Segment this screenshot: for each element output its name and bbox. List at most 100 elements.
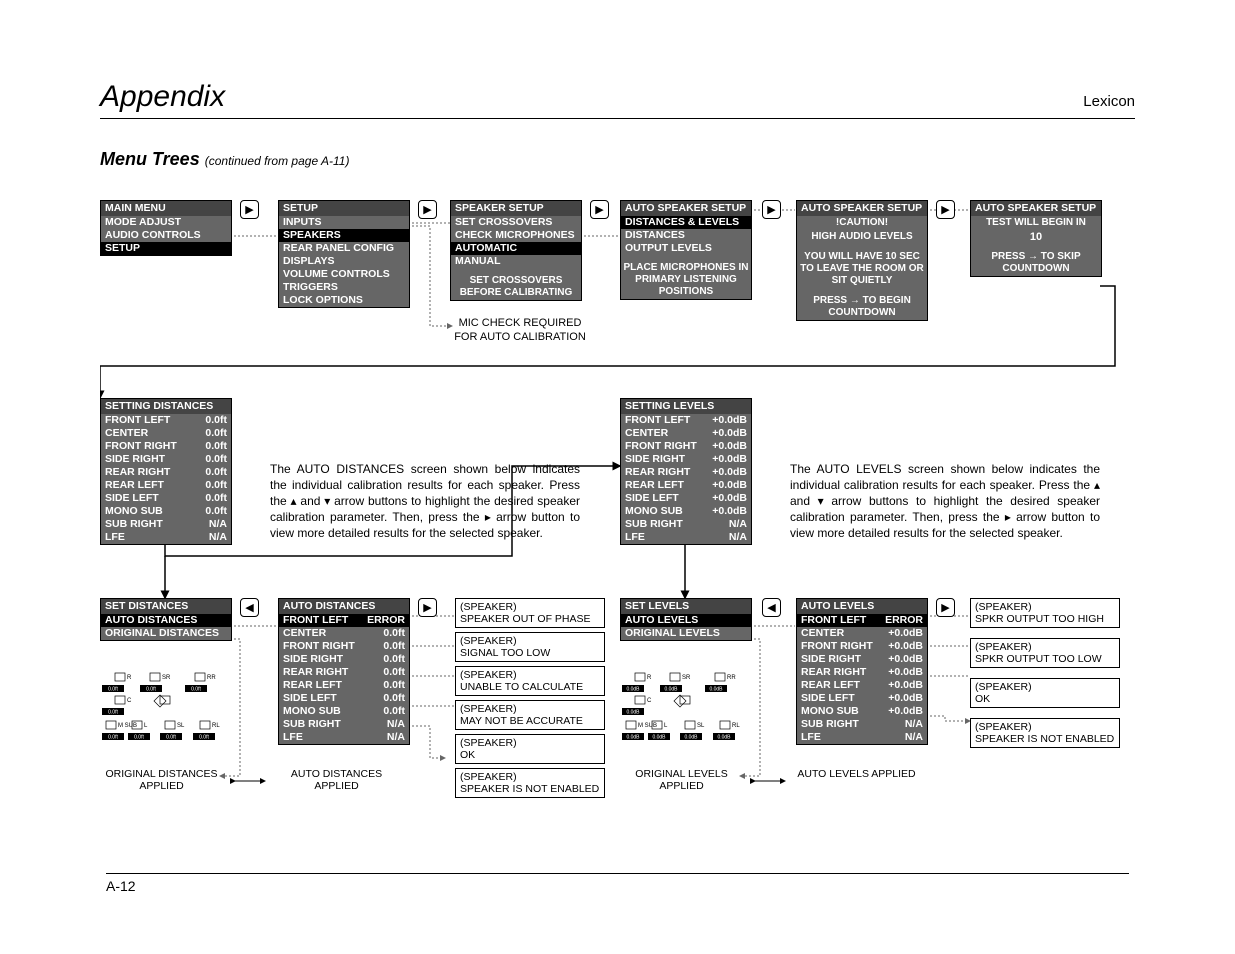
svg-text:0.0dB: 0.0dB — [652, 735, 666, 741]
menu-row[interactable]: FRONT LEFTERROR — [279, 614, 409, 627]
brand: Lexicon — [1083, 93, 1135, 110]
menu-item[interactable]: AUTOMATIC — [451, 242, 581, 255]
menu-item[interactable]: ORIGINAL LEVELS — [621, 627, 751, 640]
menu-row[interactable]: SIDE LEFT0.0ft — [101, 492, 231, 505]
menu-item[interactable]: ORIGINAL DISTANCES — [101, 627, 231, 640]
setting-distances: SETTING DISTANCES FRONT LEFT0.0ftCENTER0… — [100, 398, 232, 545]
speaker-diagram-distances: RSRRRCM SUBLSLRL0.0ft0.0ft0.0ft0.0ft0.0f… — [100, 661, 230, 731]
menu-row[interactable]: REAR LEFT0.0ft — [279, 679, 409, 692]
nav-right-icon[interactable]: ▶ — [936, 598, 955, 617]
menu-row[interactable]: SIDE RIGHT+0.0dB — [797, 653, 927, 666]
nav-right-icon[interactable]: ▶ — [240, 200, 259, 219]
menu-row[interactable]: REAR RIGHT0.0ft — [279, 666, 409, 679]
menu-row[interactable]: LFEN/A — [279, 731, 409, 744]
menu-row[interactable]: SIDE RIGHT0.0ft — [279, 653, 409, 666]
speaker-setup-msg: SET CROSSOVERS BEFORE CALIBRATING — [451, 274, 581, 300]
nav-right-icon[interactable]: ▶ — [418, 598, 437, 617]
set-distances-title: SET DISTANCES — [101, 599, 231, 614]
svg-text:0.0ft: 0.0ft — [134, 735, 144, 741]
menu-row[interactable]: CENTER0.0ft — [279, 627, 409, 640]
menu-item[interactable]: SET CROSSOVERS — [451, 216, 581, 229]
menu-item[interactable]: AUTO DISTANCES — [101, 614, 231, 627]
nav-right-icon[interactable]: ▶ — [936, 200, 955, 219]
menu-item[interactable]: VOLUME CONTROLS — [279, 268, 409, 281]
menu-row[interactable]: FRONT RIGHT+0.0dB — [621, 440, 751, 453]
menu-item[interactable]: CHECK MICROPHONES — [451, 229, 581, 242]
menu-row[interactable]: REAR RIGHT+0.0dB — [621, 466, 751, 479]
svg-text:M SUB: M SUB — [118, 723, 137, 729]
menu-row[interactable]: FRONT RIGHT0.0ft — [279, 640, 409, 653]
menu-item[interactable]: AUDIO CONTROLS — [101, 229, 231, 242]
svg-text:0.0ft: 0.0ft — [166, 735, 176, 741]
subtitle-cont: (continued from page A-11) — [205, 154, 350, 168]
menu-row[interactable]: REAR LEFT+0.0dB — [621, 479, 751, 492]
menu-row[interactable]: LFEN/A — [797, 731, 927, 744]
menu-item[interactable]: OUTPUT LEVELS — [621, 242, 751, 255]
status-box: (SPEAKER)OK — [455, 734, 605, 764]
svg-text:0.0ft: 0.0ft — [199, 735, 209, 741]
nav-right-icon[interactable]: ▶ — [762, 200, 781, 219]
nav-right-icon[interactable]: ▶ — [418, 200, 437, 219]
nav-left-icon[interactable]: ◀ — [240, 598, 259, 617]
caution-line1: !CAUTION! — [797, 216, 927, 230]
menu-item[interactable]: SPEAKERS — [279, 229, 409, 242]
auto-levels-applied: AUTO LEVELS APPLIED — [790, 766, 923, 782]
nav-left-icon[interactable]: ◀ — [762, 598, 781, 617]
diagram-canvas: MAIN MENU MODE ADJUSTAUDIO CONTROLSSETUP… — [100, 186, 1135, 886]
menu-row[interactable]: FRONT RIGHT+0.0dB — [797, 640, 927, 653]
menu-row[interactable]: CENTER+0.0dB — [621, 427, 751, 440]
menu-row[interactable]: REAR LEFT0.0ft — [101, 479, 231, 492]
caution-line4: PRESS → TO BEGIN COUNTDOWN — [797, 294, 927, 320]
caution-line. data-bind=: HIGH AUDIO LEVELS — [797, 230, 927, 244]
menu-row[interactable]: LFEN/A — [101, 531, 231, 544]
menu-item[interactable]: DISPLAYS — [279, 255, 409, 268]
menu-item[interactable]: MODE ADJUST — [101, 216, 231, 229]
menu-item[interactable]: INPUTS — [279, 216, 409, 229]
svg-text:RR: RR — [727, 675, 736, 681]
svg-text:SR: SR — [682, 675, 691, 681]
menu-row[interactable]: MONO SUB0.0ft — [279, 705, 409, 718]
menu-row[interactable]: CENTER0.0ft — [101, 427, 231, 440]
menu-row[interactable]: FRONT LEFT+0.0dB — [621, 414, 751, 427]
svg-text:R: R — [647, 675, 652, 681]
status-box: (SPEAKER)SPKR OUTPUT TOO LOW — [970, 638, 1120, 668]
original-distances-applied: ORIGINAL DISTANCES APPLIED — [95, 766, 228, 794]
menu-item[interactable]: SETUP — [101, 242, 231, 255]
menu-item[interactable]: DISTANCES — [621, 229, 751, 242]
menu-row[interactable]: FRONT LEFT0.0ft — [101, 414, 231, 427]
auto-speaker-setup-menu: AUTO SPEAKER SETUP DISTANCES & LEVELSDIS… — [620, 200, 752, 300]
menu-row[interactable]: SUB RIGHTN/A — [797, 718, 927, 731]
svg-text:C: C — [127, 698, 132, 704]
menu-item[interactable]: TRIGGERS — [279, 281, 409, 294]
menu-row[interactable]: FRONT LEFTERROR — [797, 614, 927, 627]
menu-item[interactable]: DISTANCES & LEVELS — [621, 216, 751, 229]
menu-row[interactable]: SIDE RIGHT+0.0dB — [621, 453, 751, 466]
menu-row[interactable]: SIDE RIGHT0.0ft — [101, 453, 231, 466]
menu-row[interactable]: REAR RIGHT+0.0dB — [797, 666, 927, 679]
menu-row[interactable]: REAR RIGHT0.0ft — [101, 466, 231, 479]
menu-row[interactable]: MONO SUB+0.0dB — [797, 705, 927, 718]
menu-row[interactable]: SIDE LEFT0.0ft — [279, 692, 409, 705]
body-distances: The AUTO DISTANCES screen shown below in… — [270, 461, 580, 541]
svg-text:0.0dB: 0.0dB — [626, 735, 640, 741]
menu-row[interactable]: CENTER+0.0dB — [797, 627, 927, 640]
menu-row[interactable]: LFEN/A — [621, 531, 751, 544]
status-box: (SPEAKER)MAY NOT BE ACCURATE — [455, 700, 605, 730]
menu-item[interactable]: LOCK OPTIONS — [279, 294, 409, 307]
menu-row[interactable]: FRONT RIGHT0.0ft — [101, 440, 231, 453]
menu-row[interactable]: SUB RIGHTN/A — [621, 518, 751, 531]
menu-row[interactable]: SIDE LEFT+0.0dB — [621, 492, 751, 505]
menu-row[interactable]: REAR LEFT+0.0dB — [797, 679, 927, 692]
menu-row[interactable]: MONO SUB0.0ft — [101, 505, 231, 518]
speaker-diagram-levels: RSRRRCM SUBLSLRL0.0dB0.0dB0.0dB0.0dB0.0d… — [620, 661, 750, 731]
nav-right-icon[interactable]: ▶ — [590, 200, 609, 219]
menu-item[interactable]: REAR PANEL CONFIG — [279, 242, 409, 255]
menu-row[interactable]: SIDE LEFT+0.0dB — [797, 692, 927, 705]
menu-item[interactable]: MANUAL — [451, 255, 581, 268]
menu-item[interactable]: AUTO LEVELS — [621, 614, 751, 627]
svg-text:0.0dB: 0.0dB — [709, 687, 723, 693]
menu-row[interactable]: MONO SUB+0.0dB — [621, 505, 751, 518]
menu-row[interactable]: SUB RIGHTN/A — [279, 718, 409, 731]
svg-text:RL: RL — [212, 723, 220, 729]
menu-row[interactable]: SUB RIGHTN/A — [101, 518, 231, 531]
